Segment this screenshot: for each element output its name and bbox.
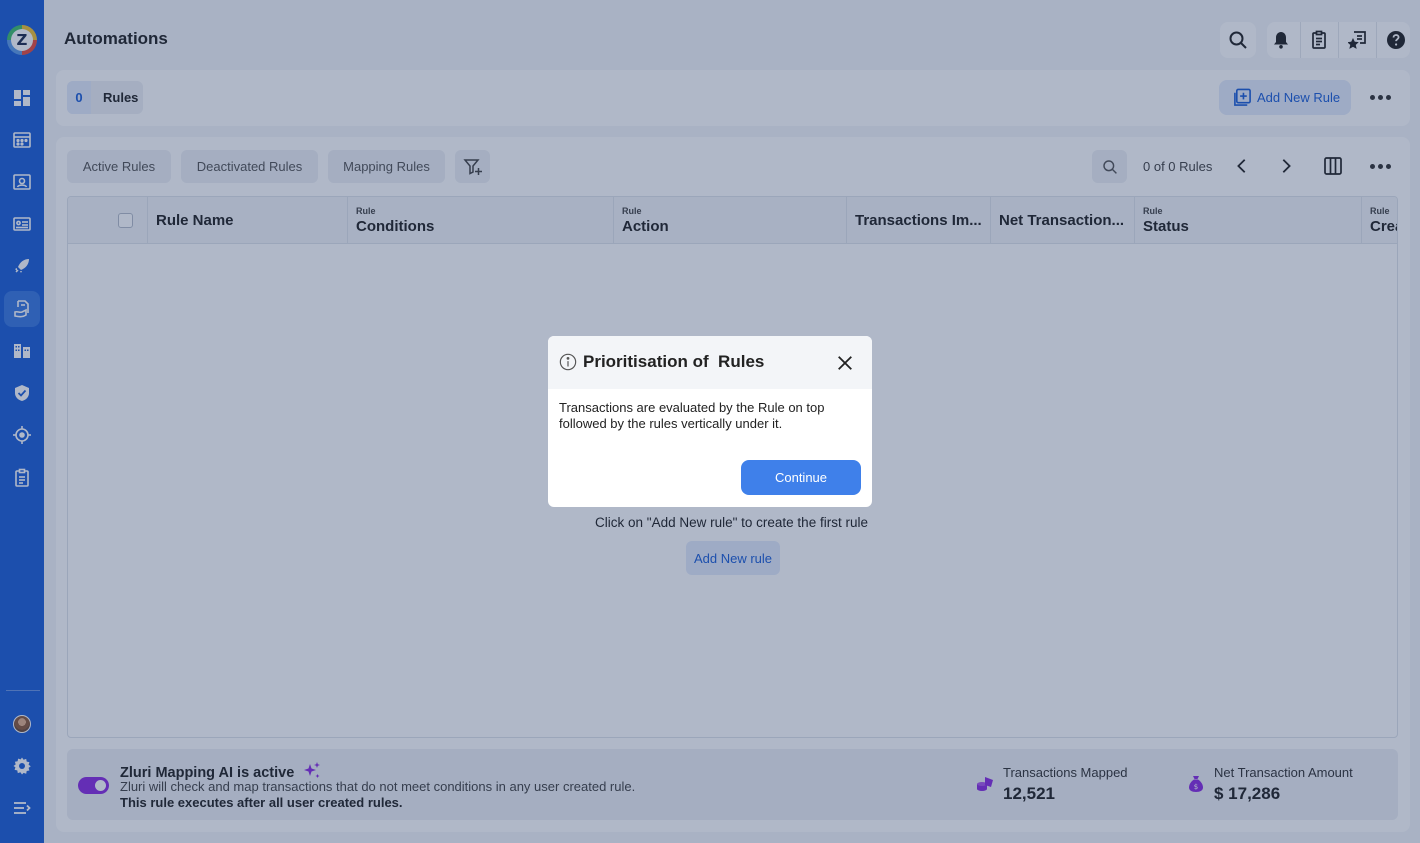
modal-body-text: Transactions are evaluated by the Rule o…	[559, 400, 825, 431]
continue-button[interactable]: Continue	[741, 460, 861, 495]
modal-close-button[interactable]	[835, 353, 855, 373]
info-icon	[559, 353, 577, 371]
modal-title: Prioritisation of Rules	[583, 352, 765, 371]
prioritisation-modal: Prioritisation of Rules Transactions are…	[548, 336, 872, 507]
close-icon	[838, 356, 852, 370]
modal-header: Prioritisation of Rules	[548, 336, 872, 389]
